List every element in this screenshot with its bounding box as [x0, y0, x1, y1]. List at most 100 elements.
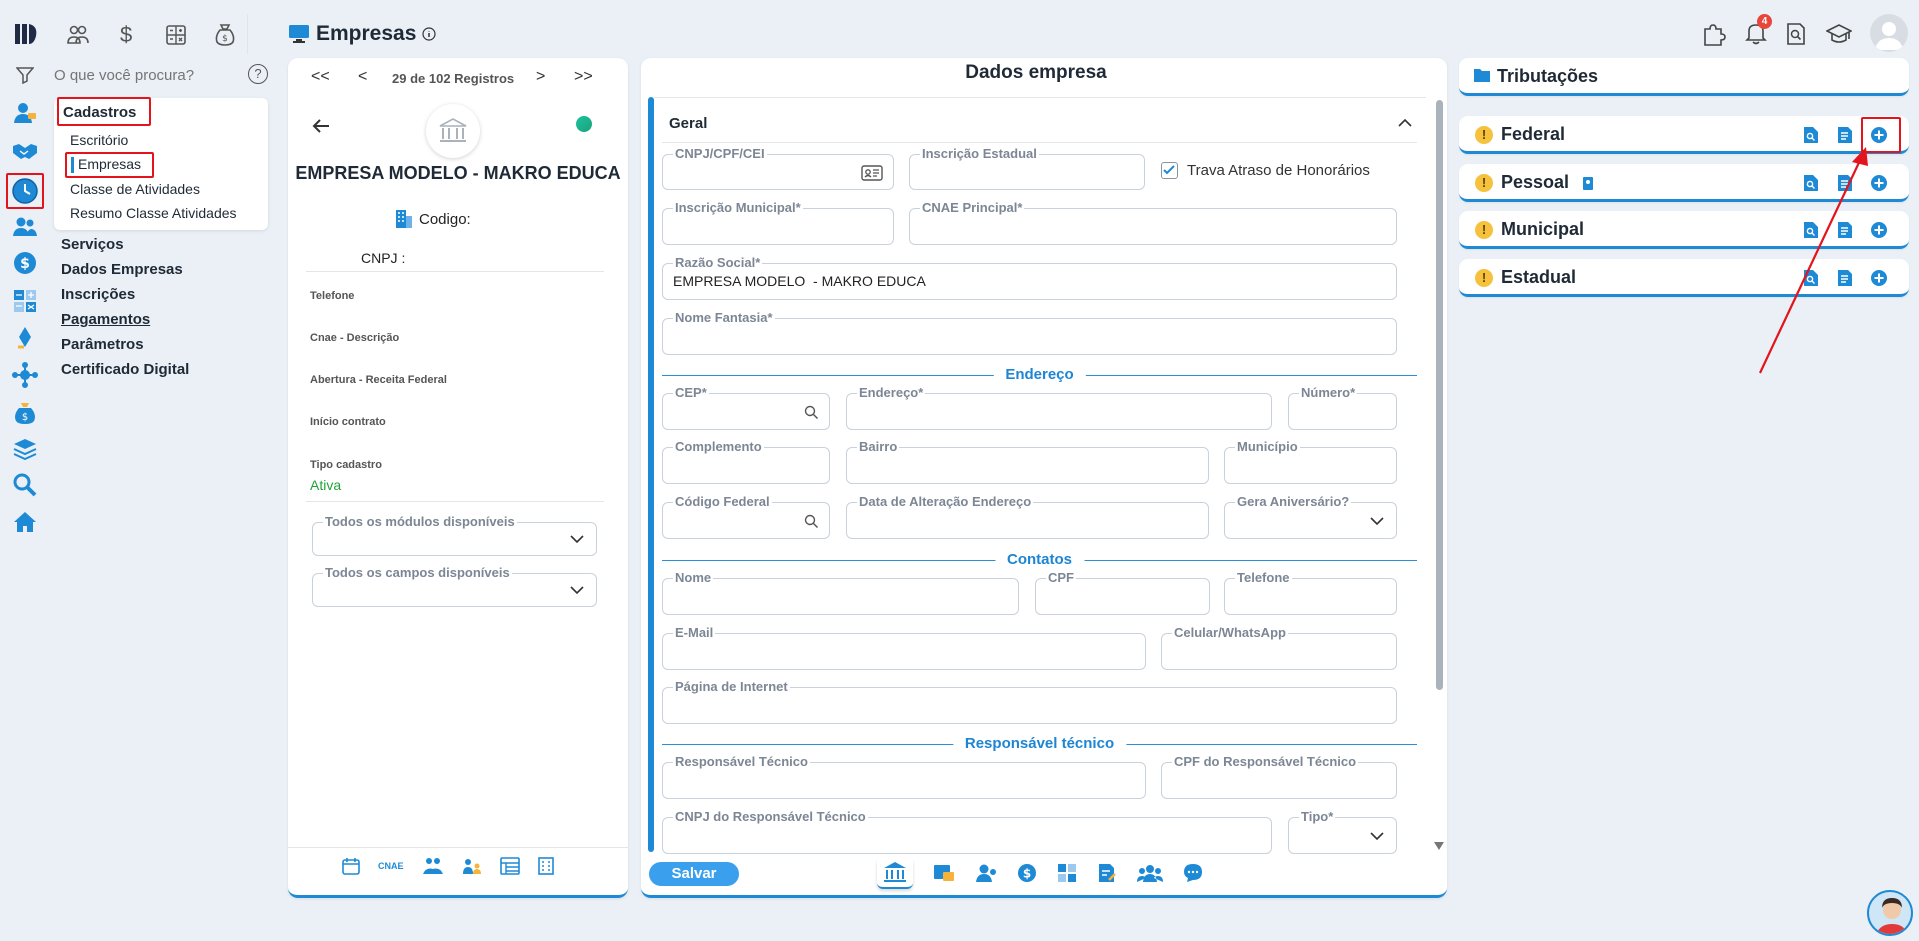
- users-swap-icon[interactable]: [462, 857, 482, 875]
- nav-first[interactable]: <<: [311, 68, 330, 86]
- puzzle-icon: [1704, 24, 1726, 46]
- inscricao-estadual-field[interactable]: Inscrição Estadual: [909, 146, 1145, 190]
- moneybag-color-icon: $: [15, 403, 35, 424]
- tab-empresa[interactable]: [877, 857, 913, 889]
- education-button[interactable]: [1826, 22, 1852, 46]
- pagina-internet-field[interactable]: Página de Internet: [662, 679, 1397, 724]
- scroll-down-icon[interactable]: [1434, 842, 1444, 850]
- top-dollar-button[interactable]: $: [120, 22, 132, 48]
- assistant-icon: [1876, 898, 1908, 934]
- plugins-button[interactable]: [1700, 20, 1728, 48]
- user-avatar[interactable]: [1870, 14, 1908, 52]
- rail-user[interactable]: [12, 100, 38, 126]
- section-geral-title[interactable]: Geral: [669, 115, 707, 132]
- menu-search-input[interactable]: [54, 64, 244, 86]
- id-card-icon[interactable]: [861, 165, 883, 181]
- menu-certificado[interactable]: Certificado Digital: [61, 361, 189, 378]
- menu-escritorio[interactable]: Escritório: [70, 132, 128, 148]
- rail-pen[interactable]: [12, 325, 38, 351]
- app-logo[interactable]: [12, 20, 40, 48]
- gera-aniversario-select[interactable]: Gera Aniversário?: [1224, 494, 1397, 539]
- rail-home[interactable]: [12, 509, 38, 535]
- cnpj-field[interactable]: CNPJ/CPF/CEI: [662, 146, 894, 190]
- top-people-button[interactable]: [66, 24, 90, 46]
- calculator-tab-icon[interactable]: [1057, 863, 1077, 883]
- tipo-select[interactable]: Tipo*: [1288, 809, 1397, 854]
- reports-button[interactable]: [1785, 22, 1807, 46]
- user-tab-icon[interactable]: [975, 863, 997, 883]
- menu-empresas[interactable]: Empresas: [78, 156, 141, 172]
- chat-icon[interactable]: [1183, 863, 1203, 883]
- notifications-button[interactable]: 4: [1743, 14, 1772, 48]
- top-calculator-button[interactable]: [165, 24, 187, 46]
- nav-prev[interactable]: <: [358, 68, 367, 86]
- document-edit-icon[interactable]: [1097, 863, 1117, 883]
- search-icon[interactable]: [804, 514, 819, 529]
- cpf-responsavel-field[interactable]: CPF do Responsável Técnico: [1161, 754, 1397, 799]
- rail-handshake[interactable]: [12, 138, 38, 164]
- nome-fantasia-field[interactable]: Nome Fantasia*: [662, 310, 1397, 355]
- cep-field[interactable]: CEP*: [662, 385, 830, 430]
- campos-select[interactable]: Todos os campos disponíveis: [312, 565, 597, 607]
- telefone-field[interactable]: Telefone: [1224, 570, 1397, 615]
- card-register-icon[interactable]: [933, 863, 955, 883]
- numero-field[interactable]: Número*: [1288, 385, 1397, 430]
- complemento-field[interactable]: Complemento: [662, 439, 830, 484]
- menu-classe-atividades[interactable]: Classe de Atividades: [70, 181, 200, 197]
- cnpj-responsavel-field[interactable]: CNPJ do Responsável Técnico: [662, 809, 1272, 854]
- calendar-icon[interactable]: [342, 857, 360, 875]
- rail-clock[interactable]: [12, 178, 38, 204]
- cnae-icon[interactable]: CNAE: [378, 861, 404, 871]
- inscricao-municipal-field[interactable]: Inscrição Municipal*: [662, 200, 894, 245]
- calculator-icon: [166, 25, 186, 45]
- nav-last[interactable]: >>: [574, 68, 593, 86]
- annotation-arrow: [1759, 147, 1868, 374]
- bairro-field[interactable]: Bairro: [846, 439, 1209, 484]
- info-icon[interactable]: [422, 27, 437, 41]
- modulos-select[interactable]: Todos os módulos disponíveis: [312, 514, 597, 556]
- municipio-field[interactable]: Município: [1224, 439, 1397, 484]
- nome-field[interactable]: Nome: [662, 570, 1019, 615]
- menu-inscricoes[interactable]: Inscrições: [61, 286, 135, 303]
- celular-field[interactable]: Celular/WhatsApp: [1161, 625, 1397, 670]
- help-button[interactable]: ?: [248, 64, 268, 84]
- menu-servicos[interactable]: Serviços: [61, 236, 124, 253]
- rail-layers[interactable]: [12, 436, 38, 462]
- menu-resumo-classe[interactable]: Resumo Classe Atividades: [70, 205, 237, 221]
- dollar-tab-icon[interactable]: $: [1017, 863, 1037, 883]
- cpf-field[interactable]: CPF: [1035, 570, 1210, 615]
- cnae-principal-field[interactable]: CNAE Principal*: [909, 200, 1397, 245]
- bank-icon: [884, 862, 906, 882]
- rail-search[interactable]: [12, 472, 38, 498]
- data-alteracao-field[interactable]: Data de Alteração Endereço: [846, 494, 1209, 539]
- menu-dados-empresas[interactable]: Dados Empresas: [61, 261, 183, 278]
- telefone-label: Telefone: [310, 290, 355, 302]
- rail-calculator[interactable]: [12, 288, 38, 314]
- search-icon[interactable]: [804, 405, 819, 420]
- email-field[interactable]: E-Mail: [662, 625, 1146, 670]
- support-avatar[interactable]: [1867, 890, 1913, 936]
- menu-parametros[interactable]: Parâmetros: [61, 336, 144, 353]
- menu-pagamentos[interactable]: Pagamentos: [61, 311, 150, 328]
- rail-network[interactable]: [12, 362, 38, 388]
- building-outline-icon[interactable]: [537, 857, 554, 875]
- chevron-up-icon[interactable]: [1398, 118, 1412, 127]
- responsavel-tecnico-field[interactable]: Responsável Técnico: [662, 754, 1146, 799]
- team-icon[interactable]: [1137, 863, 1163, 883]
- nav-next[interactable]: >: [536, 68, 545, 86]
- table-icon[interactable]: [499, 857, 520, 875]
- menu-cadastros[interactable]: Cadastros: [63, 104, 136, 121]
- hand-people-icon[interactable]: [422, 857, 444, 875]
- form-scrollbar[interactable]: [1436, 100, 1443, 690]
- save-button[interactable]: Salvar: [649, 862, 739, 886]
- back-button[interactable]: [312, 118, 330, 134]
- endereco-field[interactable]: Endereço*: [846, 385, 1272, 430]
- rail-group[interactable]: [12, 214, 38, 240]
- filter-button[interactable]: [12, 62, 38, 88]
- trava-checkbox[interactable]: [1161, 162, 1178, 179]
- codigo-federal-field[interactable]: Código Federal: [662, 494, 830, 539]
- rail-finance[interactable]: $: [12, 250, 38, 276]
- top-moneybag-button[interactable]: $: [215, 22, 235, 46]
- razao-social-field[interactable]: Razão Social* EMPRESA MODELO - MAKRO EDU…: [662, 255, 1397, 300]
- rail-moneybag[interactable]: $: [12, 400, 38, 426]
